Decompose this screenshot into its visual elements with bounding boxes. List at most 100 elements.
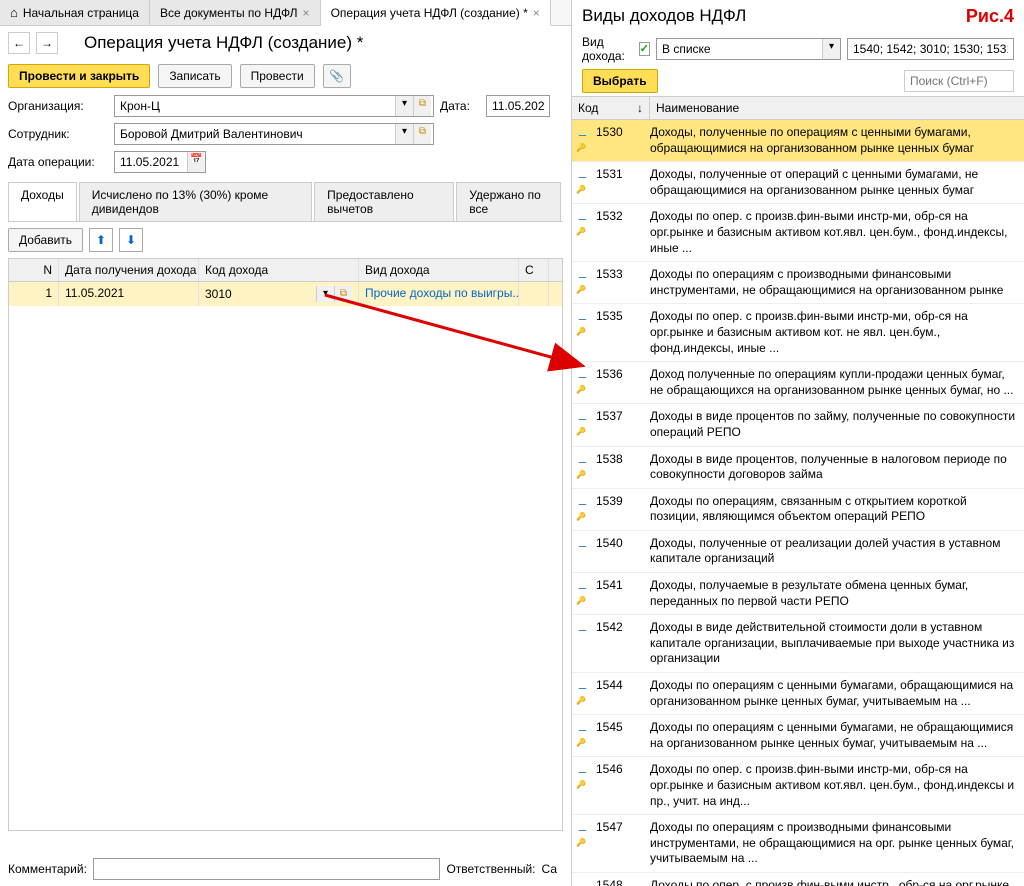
move-up-button[interactable]: ⬆: [89, 228, 113, 252]
filter-mode-dropdown-icon[interactable]: ▾: [822, 39, 840, 59]
post-close-button[interactable]: Провести и закрыть: [8, 64, 150, 88]
item-icon: [578, 620, 592, 630]
list-item[interactable]: 1537Доходы в виде процентов по займу, по…: [572, 404, 1024, 446]
col-n[interactable]: N: [9, 259, 59, 281]
list-item[interactable]: 1531Доходы, полученные от операций с цен…: [572, 162, 1024, 204]
sort-down-icon: ↓: [637, 101, 643, 115]
list-item[interactable]: 1544Доходы по операциям с ценными бумага…: [572, 673, 1024, 715]
list-item[interactable]: 1532Доходы по опер. с произв.фин-выми ин…: [572, 204, 1024, 262]
item-icon: [578, 125, 592, 135]
list-item[interactable]: 1542Доходы в виде действительной стоимос…: [572, 615, 1024, 673]
item-icon: [578, 762, 592, 772]
filter-mode-select[interactable]: [657, 39, 822, 59]
filter-checkbox[interactable]: ✓: [639, 42, 650, 56]
list-item[interactable]: 1536Доход полученные по операциям купли-…: [572, 362, 1024, 404]
calendar-icon[interactable]: [187, 152, 205, 172]
item-icon: [578, 536, 592, 546]
opdate-input[interactable]: [115, 152, 187, 172]
toolbar: Провести и закрыть Записать Провести: [0, 60, 571, 92]
list-item[interactable]: 1533Доходы по операциям с производными ф…: [572, 262, 1024, 304]
search-input[interactable]: [904, 70, 1014, 92]
date-input[interactable]: [487, 96, 549, 116]
item-icon: [578, 367, 592, 377]
col-last[interactable]: С: [519, 259, 549, 281]
nav-back-button[interactable]: ←: [8, 32, 30, 54]
code-open-icon[interactable]: [334, 286, 352, 302]
income-grid: N Дата получения дохода Код дохода Вид д…: [8, 258, 563, 831]
item-icon: [578, 167, 592, 177]
resp-label: Ответственный:: [446, 862, 535, 876]
org-label: Организация:: [8, 99, 108, 113]
item-icon: [578, 494, 592, 504]
move-down-button[interactable]: ⬇: [119, 228, 143, 252]
item-icon: [578, 820, 592, 830]
item-icon: [578, 409, 592, 419]
emp-dropdown-icon[interactable]: ▾: [395, 124, 413, 144]
col-date[interactable]: Дата получения дохода: [59, 259, 199, 281]
org-dropdown-icon[interactable]: ▾: [395, 96, 413, 116]
item-icon: [578, 309, 592, 319]
attachments-button[interactable]: [323, 64, 351, 88]
left-panel: ⌂Начальная страницаВсе документы по НДФЛ…: [0, 0, 571, 831]
item-icon: [578, 267, 592, 277]
opdate-label: Дата операции:: [8, 155, 108, 169]
list-item[interactable]: 1539Доходы по операциям, связанным с отк…: [572, 489, 1024, 531]
header-name[interactable]: Наименование: [650, 97, 1024, 119]
nav-forward-button[interactable]: →: [36, 32, 58, 54]
codes-input[interactable]: [847, 38, 1014, 60]
tab-bar: ⌂Начальная страницаВсе документы по НДФЛ…: [0, 0, 571, 26]
table-row[interactable]: 111.05.20213010▾Прочие доходы по выигры.…: [9, 282, 562, 306]
emp-input[interactable]: [115, 124, 395, 144]
close-icon[interactable]: ×: [303, 6, 310, 20]
subtab[interactable]: Удержано по все: [456, 182, 561, 221]
org-open-icon[interactable]: [413, 96, 431, 116]
list-item[interactable]: 1548Доходы по опер. с произв.фин-выми ин…: [572, 873, 1024, 886]
select-button[interactable]: Выбрать: [582, 69, 658, 93]
comment-label: Комментарий:: [8, 862, 87, 876]
col-code[interactable]: Код дохода: [199, 259, 359, 281]
subtab[interactable]: Исчислено по 13% (30%) кроме дивидендов: [79, 182, 312, 221]
header-code[interactable]: Код ↓: [572, 97, 650, 119]
item-icon: [578, 720, 592, 730]
resp-value: Са: [542, 862, 557, 876]
figure-label: Рис.4: [966, 6, 1014, 27]
list-item[interactable]: 1545Доходы по операциям с ценными бумага…: [572, 715, 1024, 757]
add-button[interactable]: Добавить: [8, 228, 83, 252]
tab-Операция у[interactable]: Операция учета НДФЛ (создание) *×: [321, 0, 551, 26]
footer: Комментарий: Ответственный: Са: [0, 852, 565, 886]
list-item[interactable]: 1546Доходы по опер. с произв.фин-выми ин…: [572, 757, 1024, 815]
panel-title: Виды доходов НДФЛ: [572, 0, 1024, 32]
list-item[interactable]: 1547Доходы по операциям с производными ф…: [572, 815, 1024, 873]
list-item[interactable]: 1541Доходы, получаемые в результате обме…: [572, 573, 1024, 615]
list-item[interactable]: 1540Доходы, полученные от реализации дол…: [572, 531, 1024, 573]
paperclip-icon: [329, 69, 344, 83]
code-dropdown-icon[interactable]: ▾: [316, 286, 334, 302]
emp-label: Сотрудник:: [8, 127, 108, 141]
date-label: Дата:: [440, 99, 480, 113]
item-icon: [578, 578, 592, 588]
subtab[interactable]: Предоставлено вычетов: [314, 182, 454, 221]
item-icon: [578, 878, 592, 886]
emp-open-icon[interactable]: [413, 124, 431, 144]
list-item[interactable]: 1538Доходы в виде процентов, полученные …: [572, 447, 1024, 489]
write-button[interactable]: Записать: [158, 64, 231, 88]
list-item[interactable]: 1530Доходы, полученные по операциям с це…: [572, 120, 1024, 162]
tab-Все докуме[interactable]: Все документы по НДФЛ×: [150, 0, 321, 25]
income-types-list[interactable]: 1530Доходы, полученные по операциям с це…: [572, 120, 1024, 886]
item-icon: [578, 452, 592, 462]
sub-tabs: ДоходыИсчислено по 13% (30%) кроме дивид…: [8, 182, 563, 222]
item-icon: [578, 209, 592, 219]
grid-header: N Дата получения дохода Код дохода Вид д…: [9, 259, 562, 282]
org-input[interactable]: [115, 96, 395, 116]
close-icon[interactable]: ×: [533, 6, 540, 20]
tab-Начальная[interactable]: ⌂Начальная страница: [0, 0, 150, 25]
title-bar: ← → Операция учета НДФЛ (создание) *: [0, 26, 571, 60]
post-button[interactable]: Провести: [240, 64, 315, 88]
income-types-panel: Виды доходов НДФЛ Рис.4 Вид дохода: ✓ ▾ …: [571, 0, 1024, 886]
list-item[interactable]: 1535Доходы по опер. с произв.фин-выми ин…: [572, 304, 1024, 362]
type-label: Вид дохода:: [582, 35, 633, 63]
home-icon: ⌂: [10, 5, 18, 20]
subtab[interactable]: Доходы: [8, 182, 77, 221]
col-type[interactable]: Вид дохода: [359, 259, 519, 281]
comment-input[interactable]: [94, 859, 440, 879]
